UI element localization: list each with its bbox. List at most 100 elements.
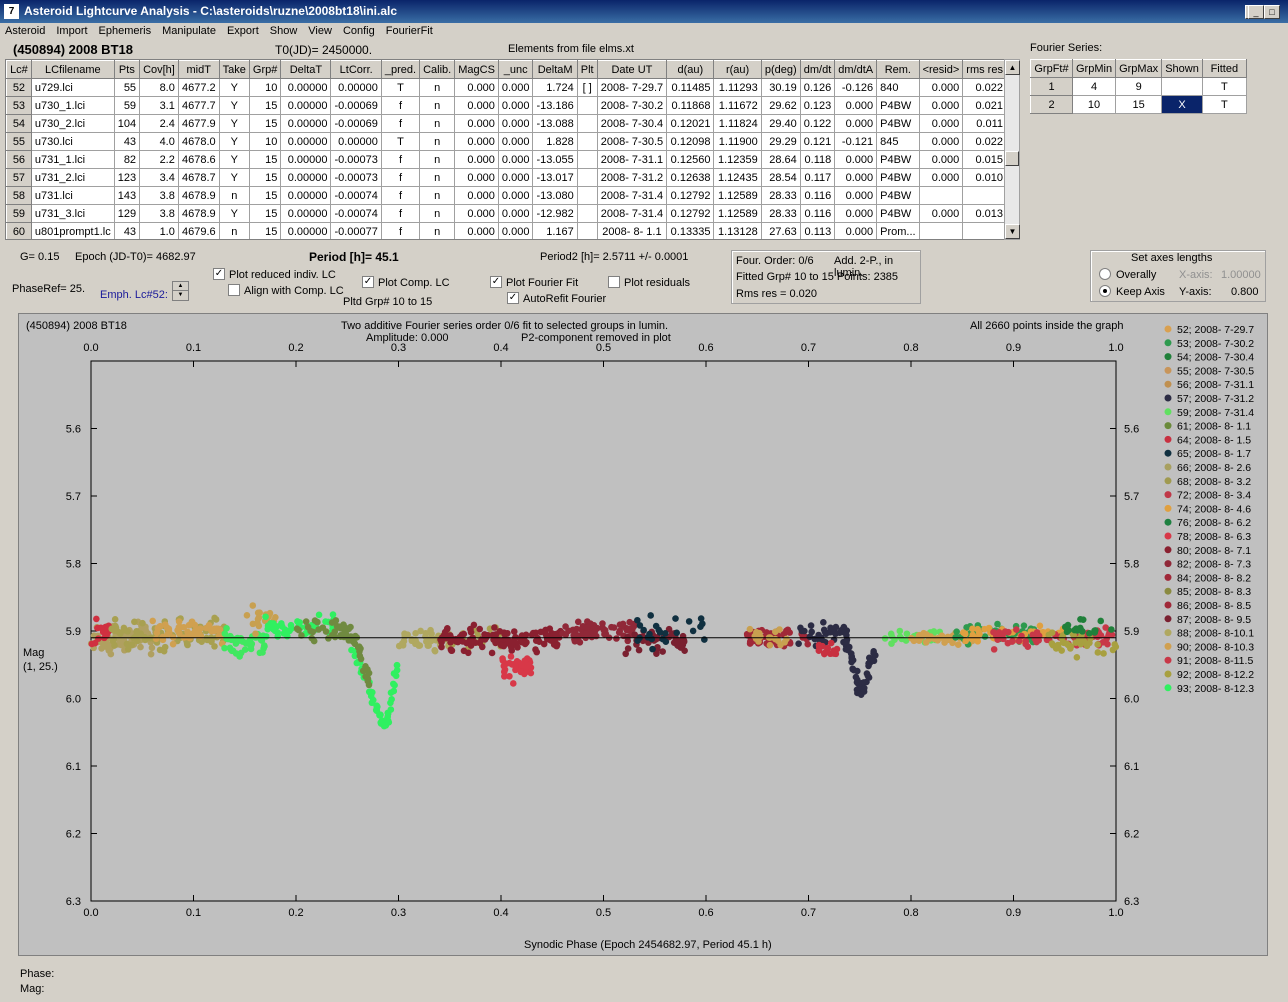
scroll-up-icon[interactable]: ▲ bbox=[1005, 60, 1020, 75]
table-cell[interactable]: u731_1.lci bbox=[30, 150, 115, 169]
table-cell[interactable]: n bbox=[419, 114, 456, 133]
table-cell[interactable] bbox=[576, 204, 598, 223]
table-cell[interactable]: 4677.2 bbox=[177, 78, 220, 97]
table-cell[interactable]: 15 bbox=[248, 150, 282, 169]
table-cell[interactable]: 0.12792 bbox=[666, 186, 715, 205]
table-cell[interactable]: 0.000 bbox=[497, 132, 534, 151]
table-cell[interactable]: 0.12638 bbox=[666, 168, 715, 187]
table-cell[interactable]: 0.010 bbox=[962, 168, 1007, 187]
table-cell[interactable]: -0.126 bbox=[834, 78, 878, 97]
table-cell[interactable]: 0.000 bbox=[918, 96, 964, 115]
table-cell[interactable]: 1.11900 bbox=[713, 132, 762, 151]
table-cell[interactable]: 0.000 bbox=[834, 114, 878, 133]
table-cell[interactable]: 0.000 bbox=[454, 186, 499, 205]
table-cell[interactable]: P4BW bbox=[876, 114, 920, 133]
table-cell[interactable]: u731.lci bbox=[30, 186, 115, 205]
table-cell[interactable]: 0.00000 bbox=[330, 78, 382, 97]
fourier-cell[interactable]: 4 bbox=[1071, 77, 1117, 96]
table-cell[interactable]: 0.00000 bbox=[280, 114, 332, 133]
table-cell[interactable]: 123 bbox=[113, 168, 141, 187]
table-row[interactable]: 54 u730_2.lci 104 2.4 4677.9 Y 15 0.00000 -0.000… bbox=[6, 114, 1007, 133]
table-cell[interactable]: 0.000 bbox=[834, 96, 878, 115]
table-cell[interactable]: 0.000 bbox=[454, 150, 499, 169]
table-cell[interactable]: 2008- 7-30.2 bbox=[596, 96, 668, 115]
menu-item[interactable]: Show bbox=[265, 23, 304, 37]
table-cell[interactable]: n bbox=[419, 168, 456, 187]
table-cell[interactable]: f bbox=[380, 114, 421, 133]
plot-reduced-checkbox[interactable]: ✓ Plot reduced indiv. LC bbox=[213, 268, 336, 281]
table-cell[interactable] bbox=[576, 186, 598, 205]
column-header[interactable]: dm/dt bbox=[799, 60, 836, 79]
table-cell[interactable]: Y bbox=[218, 150, 250, 169]
table-cell[interactable]: 2008- 7-31.4 bbox=[596, 204, 668, 223]
column-header[interactable]: LCfilename bbox=[30, 60, 115, 79]
table-cell[interactable]: 58 bbox=[6, 186, 32, 205]
table-cell[interactable]: 104 bbox=[113, 114, 141, 133]
table-cell[interactable]: 56 bbox=[6, 150, 32, 169]
table-cell[interactable]: 60 bbox=[6, 222, 32, 239]
table-cell[interactable]: 0.00000 bbox=[280, 204, 332, 223]
table-cell[interactable]: 0.00000 bbox=[280, 186, 332, 205]
maximize-button[interactable]: □ bbox=[1264, 5, 1280, 19]
table-cell[interactable]: 4678.7 bbox=[177, 168, 220, 187]
column-header[interactable]: MagCS bbox=[454, 60, 499, 79]
column-header[interactable]: DeltaT bbox=[280, 60, 332, 79]
fourier-cell[interactable]: X bbox=[1161, 95, 1203, 114]
table-cell[interactable]: 15 bbox=[248, 186, 282, 205]
table-cell[interactable]: 4677.7 bbox=[177, 96, 220, 115]
table-cell[interactable]: 1.12589 bbox=[713, 186, 762, 205]
table-cell[interactable]: 0.12021 bbox=[666, 114, 715, 133]
scroll-thumb[interactable] bbox=[1005, 151, 1019, 166]
table-cell[interactable]: 82 bbox=[113, 150, 141, 169]
table-cell[interactable]: P4BW bbox=[876, 168, 920, 187]
column-header[interactable]: Grp# bbox=[248, 60, 282, 79]
table-cell[interactable]: 15 bbox=[248, 168, 282, 187]
table-cell[interactable]: 10 bbox=[248, 78, 282, 97]
table-cell[interactable]: Y bbox=[218, 96, 250, 115]
table-cell[interactable]: 0.116 bbox=[799, 186, 836, 205]
table-cell[interactable]: n bbox=[419, 150, 456, 169]
table-cell[interactable]: 2008- 8- 1.1 bbox=[596, 222, 668, 239]
table-cell[interactable]: 2008- 7-30.4 bbox=[596, 114, 668, 133]
table-cell[interactable]: 4.0 bbox=[139, 132, 179, 151]
table-cell[interactable]: 0.000 bbox=[918, 204, 964, 223]
fourier-cell[interactable]: 10 bbox=[1071, 95, 1117, 114]
table-cell[interactable]: 0.022 bbox=[962, 78, 1007, 97]
table-cell[interactable]: 0.00000 bbox=[330, 132, 382, 151]
table-cell[interactable]: 2008- 7-31.1 bbox=[596, 150, 668, 169]
table-cell[interactable]: 0.000 bbox=[497, 168, 534, 187]
table-cell[interactable]: f bbox=[380, 204, 421, 223]
keep-axis-radio[interactable]: Keep Axis bbox=[1099, 285, 1165, 298]
table-cell[interactable]: 4677.9 bbox=[177, 114, 220, 133]
table-cell[interactable]: 0.117 bbox=[799, 168, 836, 187]
column-header[interactable]: _pred. bbox=[380, 60, 421, 79]
table-cell[interactable]: 29.29 bbox=[760, 132, 801, 151]
table-cell[interactable] bbox=[962, 186, 1007, 205]
table-cell[interactable]: 1.12359 bbox=[713, 150, 762, 169]
table-cell[interactable]: 2008- 7-29.7 bbox=[596, 78, 668, 97]
table-cell[interactable]: Y bbox=[218, 114, 250, 133]
table-cell[interactable] bbox=[918, 222, 964, 239]
table-cell[interactable]: 30.19 bbox=[760, 78, 801, 97]
table-cell[interactable]: 0.000 bbox=[454, 168, 499, 187]
column-header[interactable]: DeltaM bbox=[532, 60, 578, 79]
align-comp-checkbox[interactable]: Align with Comp. LC bbox=[228, 284, 344, 297]
table-cell[interactable]: Y bbox=[218, 168, 250, 187]
table-cell[interactable]: T bbox=[380, 132, 421, 151]
table-cell[interactable]: 28.54 bbox=[760, 168, 801, 187]
table-cell[interactable]: 52 bbox=[6, 78, 32, 97]
column-header[interactable]: Plt bbox=[576, 60, 598, 79]
table-cell[interactable]: 59 bbox=[113, 96, 141, 115]
table-cell[interactable]: 0.12098 bbox=[666, 132, 715, 151]
table-cell[interactable]: P4BW bbox=[876, 186, 920, 205]
table-cell[interactable] bbox=[576, 222, 598, 239]
menu-item[interactable]: Export bbox=[222, 23, 265, 37]
menu-item[interactable]: Ephemeris bbox=[94, 23, 158, 37]
fourier-cell[interactable]: T bbox=[1201, 77, 1247, 96]
plot-comp-checkbox[interactable]: ✓ Plot Comp. LC bbox=[362, 276, 450, 289]
table-cell[interactable]: -13.055 bbox=[532, 150, 578, 169]
table-cell[interactable]: 0.000 bbox=[497, 96, 534, 115]
lc-table-scrollbar[interactable]: ▲ ▼ bbox=[1004, 59, 1020, 240]
table-cell[interactable]: 1.12589 bbox=[713, 204, 762, 223]
table-cell[interactable]: 0.000 bbox=[918, 168, 964, 187]
